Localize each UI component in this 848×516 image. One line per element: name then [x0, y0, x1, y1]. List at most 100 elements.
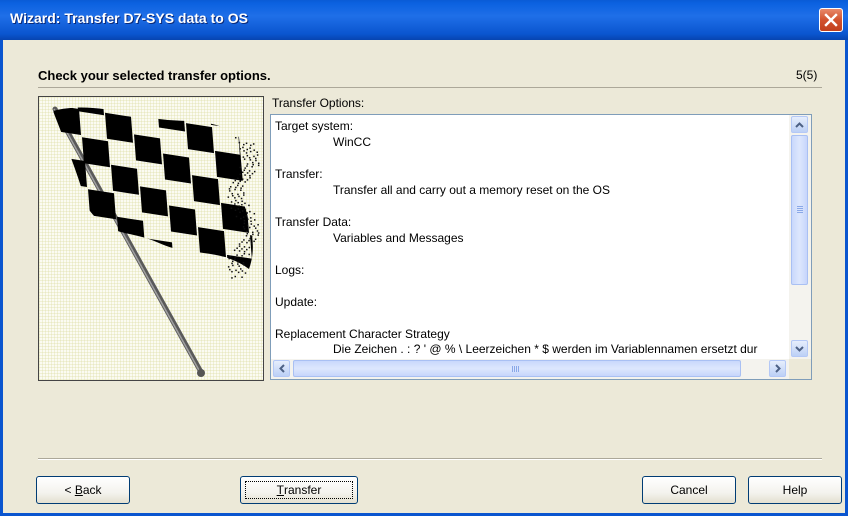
flag-check [146, 238, 174, 269]
flag-check [105, 112, 133, 143]
flag-check [71, 261, 99, 270]
flag-edge-dot [251, 166, 253, 168]
flag-edge-dot [227, 196, 230, 198]
vertical-scroll-thumb[interactable] [791, 135, 808, 285]
scrollbar-corner [789, 359, 811, 379]
transfer-button[interactable]: Transfer [240, 476, 358, 504]
page-heading: Check your selected transfer options. [38, 68, 271, 83]
flag-check [215, 150, 243, 181]
transfer-options-listbox[interactable]: Target system: WinCC Transfer: Transfer … [270, 114, 812, 380]
flag-check [65, 209, 93, 239]
window-title: Wizard: Transfer D7-SYS data to OS [10, 10, 248, 26]
flag-check [209, 107, 237, 129]
flag-edge-dot [244, 202, 246, 205]
flag-edge-dot [244, 208, 247, 211]
flag-edge-dot [230, 201, 233, 203]
flag-edge-dot [256, 151, 258, 153]
horizontal-scrollbar[interactable] [271, 359, 789, 379]
flag-edge-dot [237, 261, 239, 263]
flag-edge-dot [246, 248, 248, 251]
flag-edge-dot [257, 232, 260, 234]
scroll-up-button[interactable] [791, 116, 808, 133]
flag-edge-dot [238, 243, 241, 245]
flag-edge-dot [239, 166, 241, 169]
scroll-down-button[interactable] [791, 340, 808, 357]
flag-check [244, 183, 253, 214]
flag-edge-dot [251, 161, 254, 164]
option-value-replacement-strategy: Die Zeichen . : ? ' @ % \ Leerzeichen * … [333, 342, 758, 356]
flag-edge-dot [243, 194, 245, 196]
flag-edge-dot [249, 237, 251, 240]
back-button-label: ack [82, 483, 102, 497]
flag-check [39, 97, 52, 103]
flag-edge-dot [243, 250, 246, 253]
flag-edge-dot [239, 148, 241, 150]
flag-check [77, 313, 105, 343]
flag-edge-dot [255, 159, 257, 162]
flag-edge-dot [247, 218, 249, 220]
flag-edge-dot [241, 185, 244, 187]
flag-edge-dot [257, 224, 259, 226]
scroll-left-button[interactable] [273, 360, 290, 377]
flag-edge-dot [257, 164, 260, 167]
flag-check [39, 253, 47, 283]
flag-edge-dot [254, 157, 257, 160]
option-label-transfer-data: Transfer Data: [275, 215, 352, 229]
flag-edge-dot [248, 253, 250, 256]
flag-edge-dot [241, 203, 243, 206]
close-button[interactable] [819, 8, 843, 32]
flag-check [227, 254, 253, 270]
help-button-label: Help [782, 483, 808, 497]
flag-edge-dot [232, 195, 234, 197]
flag-edge-dot [241, 276, 243, 278]
help-button[interactable]: Help [748, 476, 842, 504]
flag-edge-dot [248, 246, 251, 249]
horizontal-scroll-thumb[interactable] [293, 360, 741, 377]
checkered-flag-image [38, 96, 264, 381]
flag-edge-dot [245, 235, 248, 237]
cancel-button[interactable]: Cancel [642, 476, 736, 504]
flag-edge-dot [239, 173, 242, 176]
flag-edge-dot [234, 197, 236, 199]
flag-edge-dot [246, 163, 249, 165]
flag-edge-dot [249, 150, 252, 153]
vertical-scrollbar[interactable] [789, 115, 811, 359]
grip-line [516, 366, 517, 372]
flag-check [186, 123, 214, 154]
flag-check [262, 339, 263, 369]
flag-check [53, 176, 64, 207]
flag-edge-dot [257, 234, 260, 236]
flag-edge-dot [227, 266, 230, 268]
flag-edge-dot [250, 242, 253, 245]
flag-check [106, 345, 134, 375]
flag-edge-dot [235, 199, 237, 202]
flag-edge-dot [242, 261, 245, 264]
flag-check [238, 131, 253, 162]
flag-edge-dot [249, 210, 251, 213]
flag-edge-dot [231, 262, 233, 265]
flag-edge-dot [234, 203, 236, 205]
flag-edge-dot [237, 182, 240, 185]
flag-edge-dot [239, 257, 242, 259]
flag-edge-dot [238, 195, 240, 198]
flag-edge-dot [234, 275, 237, 278]
flag-check [198, 227, 226, 258]
flag-edge-dot [241, 171, 244, 174]
flag-check [256, 287, 263, 317]
flag-edge-dot [243, 150, 245, 152]
flag-check [232, 107, 253, 110]
flag-edge-dot [250, 220, 252, 223]
flag-edge-dot [243, 219, 246, 222]
title-bar: Wizard: Transfer D7-SYS data to OS [0, 0, 848, 40]
flag-check [250, 235, 253, 266]
flag-edge-dot [246, 165, 248, 167]
option-label-update: Update: [275, 295, 318, 309]
flag-edge-dot [235, 269, 237, 272]
flag-edge-dot [248, 226, 251, 229]
option-label-replacement-strategy: Replacement Character Strategy [275, 327, 450, 341]
scroll-right-button[interactable] [769, 360, 786, 377]
back-button[interactable]: < Back [36, 476, 130, 504]
flag-edge-dot [243, 239, 245, 241]
flag-edge-dot [237, 201, 239, 204]
flag-edge-dot [237, 184, 239, 187]
